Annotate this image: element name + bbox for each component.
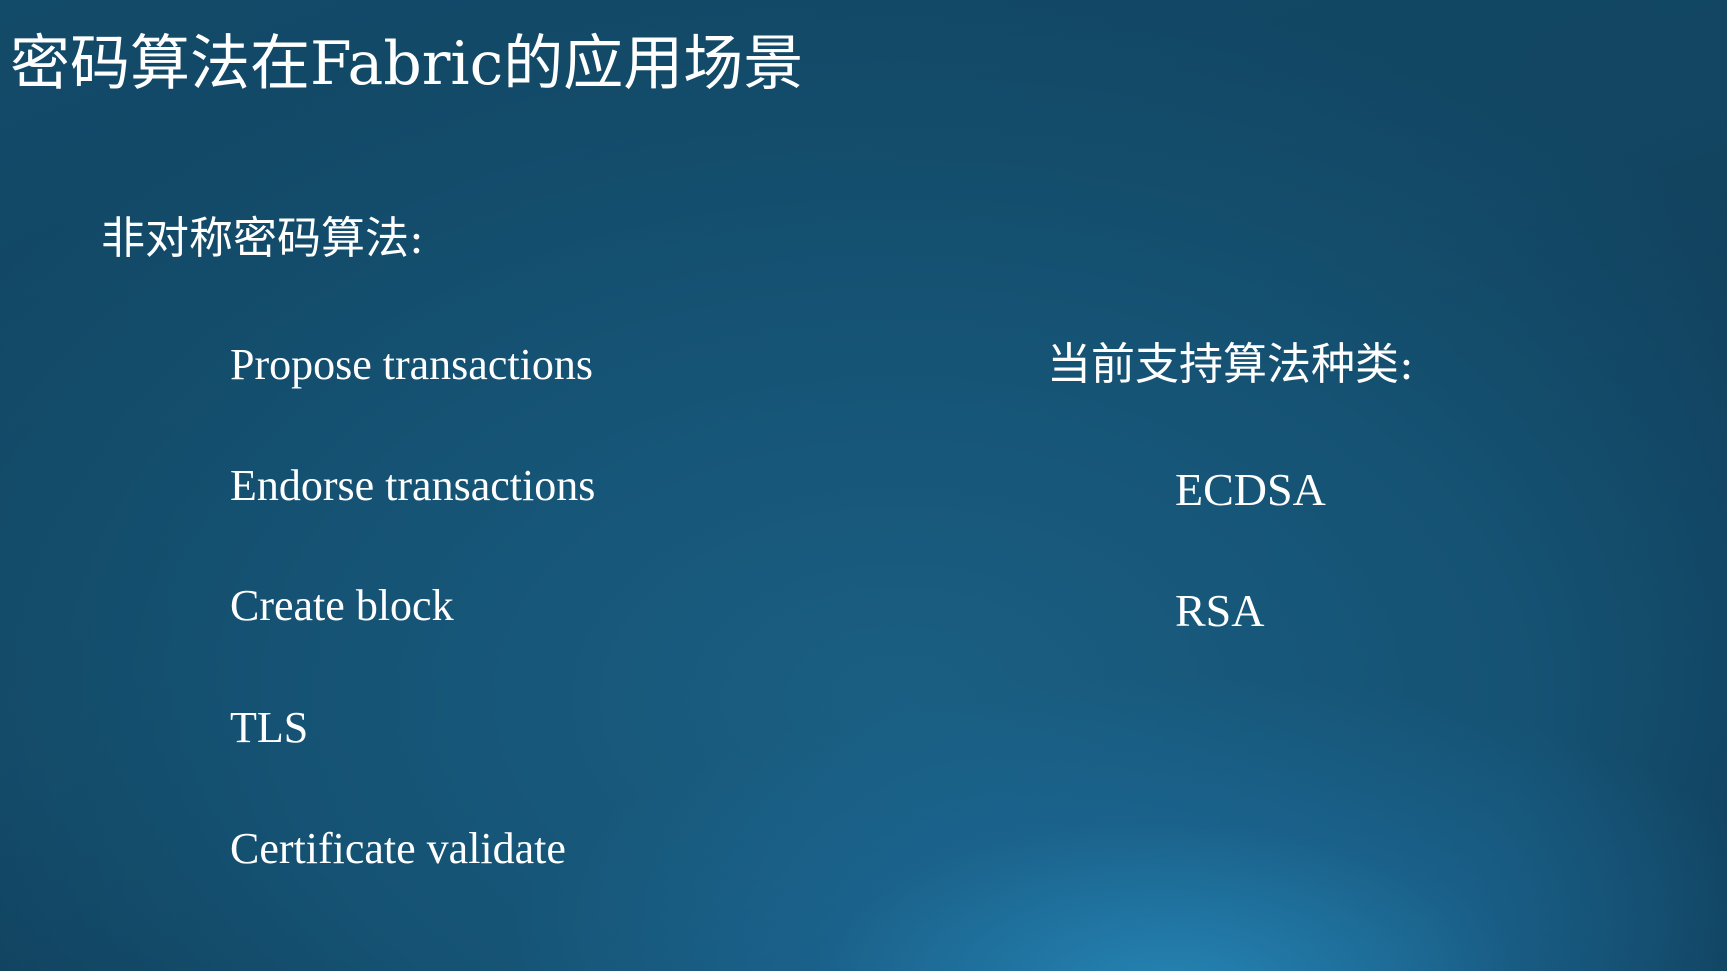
use-case-item: Propose transactions [230,340,593,389]
algorithm-item: RSA [1175,585,1265,636]
use-case-item: Certificate validate [230,824,566,873]
supported-algorithms-heading: 当前支持算法种类: [1047,339,1414,390]
use-case-item: Create block [230,581,454,630]
use-case-item: TLS [230,703,309,752]
slide-right-border [1727,0,1732,974]
slide-canvas: 密码算法在Fabric的应用场景 非对称密码算法: Propose transa… [0,0,1732,974]
slide-title: 密码算法在Fabric的应用场景 [10,29,804,99]
algorithm-item: ECDSA [1175,464,1326,515]
asymmetric-crypto-heading: 非对称密码算法: [101,213,424,264]
use-case-item: Endorse transactions [230,461,596,510]
